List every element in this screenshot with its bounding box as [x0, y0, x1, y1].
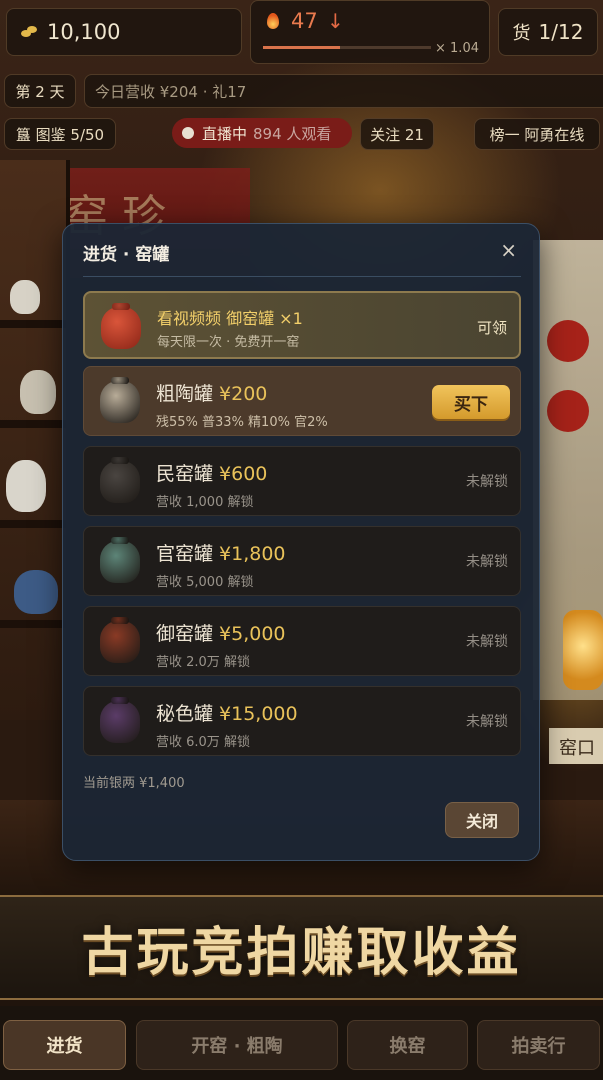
heat-display: 47 ↓ × 1.04: [250, 0, 490, 64]
top-rank-badge[interactable]: 榜一 阿勇在线: [474, 118, 600, 150]
jar-name: 秘色罐 ¥15,000: [156, 703, 298, 725]
jar-price: ¥200: [219, 383, 268, 405]
live-status-badge[interactable]: 直播中 894 人观看: [172, 118, 352, 148]
coin-icon: [21, 26, 37, 38]
goods-counter[interactable]: 货 1/12: [498, 8, 598, 56]
collection-button[interactable]: 簋 图鉴 5/50: [4, 118, 116, 150]
imperial-jar-icon: [101, 307, 141, 349]
close-button[interactable]: 关闭: [445, 802, 519, 838]
jar-price: ¥1,800: [219, 543, 286, 565]
jar-name: 官窑罐 ¥1,800: [156, 543, 286, 565]
purchase-modal: 进货 · 窑罐 × 看视频频 御窑罐 ×1 每天限一次 · 免费开一窑 可领 粗…: [62, 223, 540, 861]
heat-progress-bar: [263, 46, 431, 49]
nav-restock[interactable]: 进货: [3, 1020, 126, 1070]
slogan-text: 古玩竞拍赚取收益: [81, 922, 522, 983]
promo-claim-button[interactable]: 可领: [477, 317, 507, 338]
jar-odds: 残55% 普33% 精10% 官2%: [156, 415, 328, 430]
live-label: 直播中: [202, 124, 248, 143]
jar-unlock-req: 营收 1,000 解锁: [156, 495, 254, 510]
nav-open-kiln[interactable]: 开窑 · 粗陶: [136, 1020, 338, 1070]
jar-price: ¥5,000: [219, 623, 286, 645]
today-income: 今日营收 ¥204 · 礼17: [84, 74, 603, 108]
jar-row-imperial[interactable]: 御窑罐 ¥5,000 营收 2.0万 解锁 未解锁: [83, 606, 521, 676]
promo-name: 看视频频 御窑罐 ×1: [157, 309, 303, 328]
jar-row-secret[interactable]: 秘色罐 ¥15,000 营收 6.0万 解锁 未解锁: [83, 686, 521, 756]
locked-status: 未解锁: [466, 714, 508, 730]
jar-unlock-req: 营收 5,000 解锁: [156, 575, 254, 590]
promo-slogan-banner: 古玩竞拍赚取收益: [0, 895, 603, 1000]
buy-button[interactable]: 买下: [432, 385, 510, 419]
jar-name: 粗陶罐 ¥200: [156, 383, 268, 405]
official-jar-icon: [100, 541, 140, 583]
jar-price: ¥600: [219, 463, 268, 485]
coins-value: 10,100: [47, 20, 121, 44]
jar-name: 御窑罐 ¥5,000: [156, 623, 286, 645]
promo-sub: 每天限一次 · 免费开一窑: [157, 335, 300, 350]
shop-sign: 窑口: [549, 728, 603, 764]
heat-progress-fill: [263, 46, 341, 49]
current-silver: 当前银两 ¥1,400: [83, 776, 185, 791]
locked-status: 未解锁: [466, 554, 508, 570]
locked-status: 未解锁: [466, 634, 508, 650]
live-viewers: 894 人观看: [253, 124, 332, 143]
nav-switch-kiln[interactable]: 换窑: [347, 1020, 468, 1070]
modal-divider: [83, 276, 521, 277]
heat-value: 47: [291, 9, 318, 33]
goods-label: 货: [512, 23, 531, 44]
flame-icon: [267, 13, 279, 29]
day-indicator: 第 2 天: [4, 74, 76, 108]
left-shelf: [0, 160, 70, 720]
live-dot-icon: [182, 127, 194, 139]
coarse-jar-icon: [100, 381, 140, 423]
modal-title: 进货 · 窑罐: [83, 245, 170, 265]
jar-price: ¥15,000: [219, 703, 298, 725]
heat-trend-icon: ↓: [327, 9, 344, 33]
coins-display: 10,100: [6, 8, 242, 56]
folk-jar-icon: [100, 461, 140, 503]
jar-unlock-req: 营收 6.0万 解锁: [156, 735, 250, 750]
heat-multiplier: × 1.04: [435, 41, 479, 56]
locked-status: 未解锁: [466, 474, 508, 490]
imperial-jar-icon: [100, 621, 140, 663]
secret-jar-icon: [100, 701, 140, 743]
jar-unlock-req: 营收 2.0万 解锁: [156, 655, 250, 670]
goods-count: 1/12: [538, 20, 584, 44]
jar-row-coarse[interactable]: 粗陶罐 ¥200 残55% 普33% 精10% 官2% 买下: [83, 366, 521, 436]
lantern: [563, 610, 603, 690]
close-icon[interactable]: ×: [500, 238, 517, 262]
promo-video-offer[interactable]: 看视频频 御窑罐 ×1 每天限一次 · 免费开一窑 可领: [83, 291, 521, 359]
bottom-nav: 进货 开窑 · 粗陶 换窑 拍卖行: [0, 1006, 603, 1080]
jar-name: 民窑罐 ¥600: [156, 463, 268, 485]
jar-row-folk[interactable]: 民窑罐 ¥600 营收 1,000 解锁 未解锁: [83, 446, 521, 516]
jar-row-official[interactable]: 官窑罐 ¥1,800 营收 5,000 解锁 未解锁: [83, 526, 521, 596]
follow-count[interactable]: 关注 21: [360, 118, 434, 150]
nav-auction-house[interactable]: 拍卖行: [477, 1020, 600, 1070]
